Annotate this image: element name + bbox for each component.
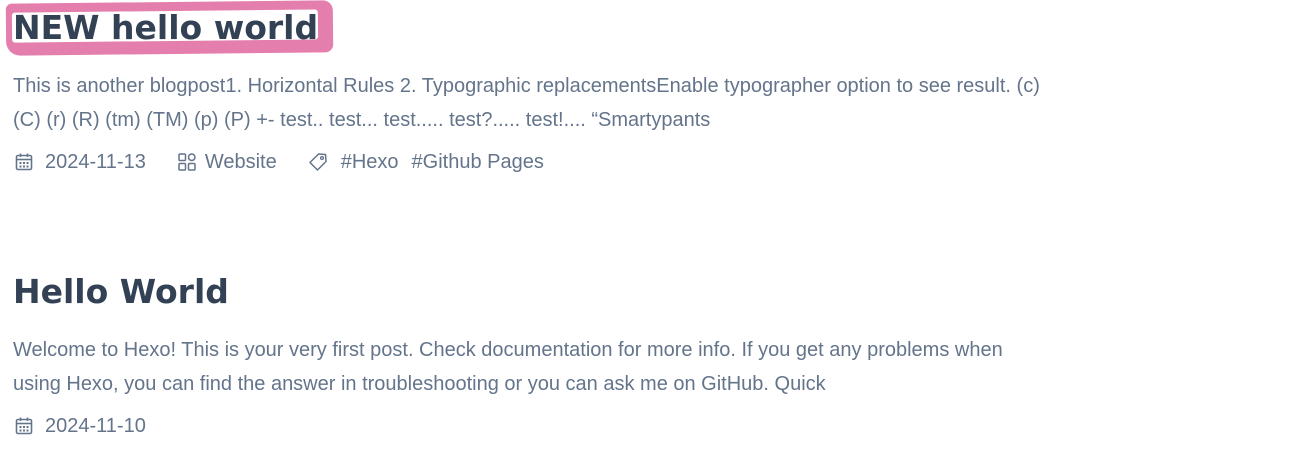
post-title[interactable]: NEW hello world xyxy=(13,0,318,56)
post-meta: 2024-11-13 Website #Hexo #Github Pages xyxy=(13,148,1291,176)
excerpt-line: Welcome to Hexo! This is your very first… xyxy=(13,339,1003,361)
excerpt-line: using Hexo, you can find the answer in t… xyxy=(13,373,826,395)
post-category[interactable]: Website xyxy=(176,151,277,174)
excerpt-line: This is another blogpost1. Horizontal Ru… xyxy=(13,75,1040,97)
date-text: 2024-11-13 xyxy=(45,150,146,173)
excerpt-line: (C) (r) (R) (tm) (TM) (p) (P) +- test.. … xyxy=(13,109,711,131)
post-card: NEW hello world This is another blogpost… xyxy=(5,0,1293,176)
category-link[interactable]: Website xyxy=(205,151,277,174)
post-date: 2024-11-13 xyxy=(13,151,146,174)
calendar-icon xyxy=(13,415,35,437)
post-excerpt: This is another blogpost1. Horizontal Ru… xyxy=(13,69,1293,137)
post-meta: 2024-11-10 xyxy=(13,412,1291,440)
post-title-wrapper: NEW hello world xyxy=(5,0,334,56)
tag-link[interactable]: #Hexo xyxy=(341,151,399,174)
post-tags: #Hexo #Github Pages xyxy=(307,151,557,174)
post-excerpt: Welcome to Hexo! This is your very first… xyxy=(13,333,1293,401)
tag-icon xyxy=(307,151,329,173)
post-title[interactable]: Hello World xyxy=(13,266,1291,318)
date-text: 2024-11-10 xyxy=(45,414,146,437)
calendar-icon xyxy=(13,151,35,173)
post-card: Hello World Welcome to Hexo! This is you… xyxy=(13,266,1291,440)
post-date: 2024-11-10 xyxy=(13,415,146,438)
category-grid-icon xyxy=(176,151,198,173)
tag-link[interactable]: #Github Pages xyxy=(412,151,544,174)
